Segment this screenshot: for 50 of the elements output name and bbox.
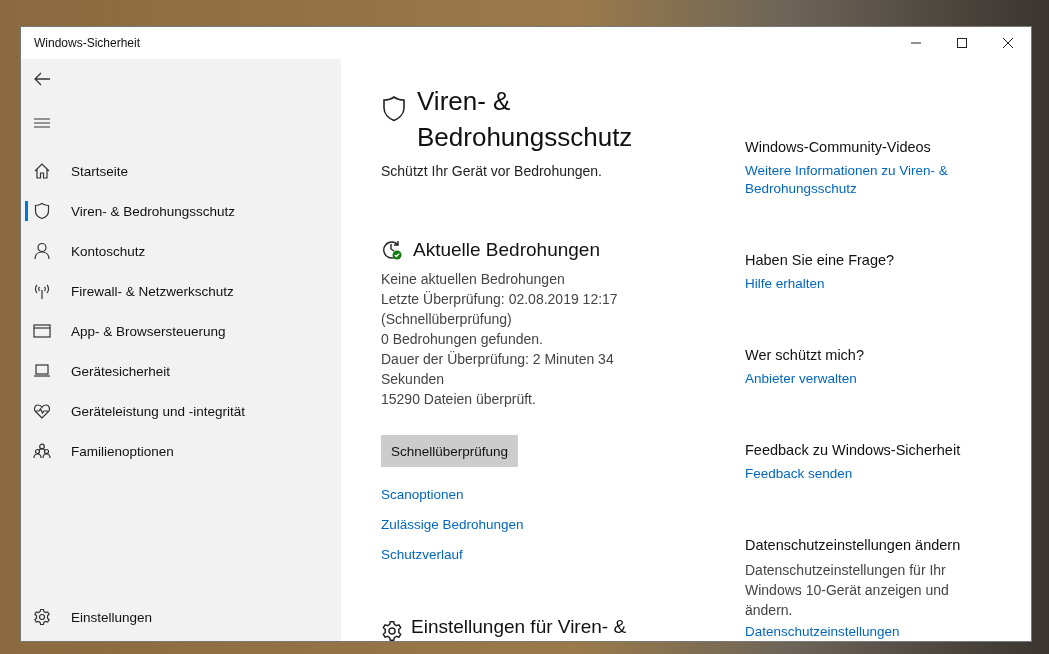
menu-icon	[34, 117, 50, 129]
browser-window-icon	[33, 322, 51, 340]
sidebar-item[interactable]: Startseite	[21, 151, 139, 191]
quick-scan-button[interactable]: Schnellüberprüfung	[381, 435, 519, 467]
sidebar-item[interactable]: Geräteleistung und -integrität	[21, 391, 256, 431]
home-icon	[33, 162, 51, 180]
scan-info-text: Dauer der Überprüfung: 2 Minuten 34 Sekunden	[381, 350, 615, 389]
laptop-icon	[33, 362, 51, 380]
side-heading: Wer schützt mich?	[745, 347, 865, 363]
sidebar-item[interactable]: Viren- & Bedrohungsschutz	[21, 191, 246, 231]
back-arrow-icon	[33, 72, 51, 86]
person-icon	[33, 242, 51, 260]
settings-item[interactable]: Einstellungen	[21, 597, 163, 637]
side-heading: Haben Sie eine Frage?	[745, 252, 896, 268]
link[interactable]: Schutzverlauf	[381, 547, 463, 562]
sidebar-item[interactable]: Gerätesicherheit	[21, 351, 181, 391]
sidebar-item[interactable]: Firewall- & Netzwerkschutz	[21, 271, 244, 311]
maximize-icon	[956, 37, 968, 49]
link[interactable]: Hilfe erhalten	[745, 275, 970, 293]
scan-info-text: 0 Bedrohungen gefunden.	[381, 330, 544, 349]
close-icon	[1002, 37, 1014, 49]
link[interactable]: Anbieter verwalten	[745, 370, 970, 388]
scan-info-text: Keine aktuellen Bedrohungen	[381, 270, 566, 289]
page-title: Viren- & Bedrohungsschutz	[417, 85, 634, 154]
shield-icon	[33, 202, 51, 220]
sidebar-item[interactable]: Kontoschutz	[21, 231, 156, 271]
scan-info-text: Letzte Überprüfung: 02.08.2019 12:17 (Schnellüberprüfung)	[381, 290, 619, 329]
page-subtitle: Schützt Ihr Gerät vor Bedrohungen.	[381, 163, 603, 179]
side-heading: Windows-Community-Videos	[745, 139, 932, 155]
antenna-icon	[33, 282, 51, 300]
side-text: Datenschutzeinstellungen für Ihr Windows 10-Gerät anzeigen und ändern.	[745, 561, 950, 620]
shield-icon	[381, 95, 407, 123]
section-heading: Aktuelle Bedrohungen	[413, 239, 600, 261]
scan-info-text: 15290 Dateien überprüft.	[381, 390, 537, 409]
link[interactable]: Feedback senden	[745, 465, 970, 483]
people-icon	[33, 442, 51, 460]
link[interactable]: Weitere Informationen zu Viren- & Bedrohungsschutz	[745, 162, 970, 198]
side-heading: Datenschutzeinstellungen ändern	[745, 537, 962, 553]
link[interactable]: Datenschutzeinstellungen	[745, 623, 970, 641]
section-heading: Einstellungen für Viren- &	[411, 616, 627, 638]
link[interactable]: Scanoptionen	[381, 487, 464, 502]
sidebar-item[interactable]: App- & Browsersteuerung	[21, 311, 236, 351]
settings-icon	[381, 620, 403, 641]
sidebar-item[interactable]: Familienoptionen	[21, 431, 184, 471]
link[interactable]: Zulässige Bedrohungen	[381, 517, 524, 532]
settings-icon	[33, 608, 51, 626]
clock-check-icon	[381, 239, 403, 261]
window-title: Windows-Sicherheit	[34, 36, 141, 50]
heart-pulse-icon	[33, 402, 51, 420]
side-heading: Feedback zu Windows-Sicherheit	[745, 442, 962, 458]
